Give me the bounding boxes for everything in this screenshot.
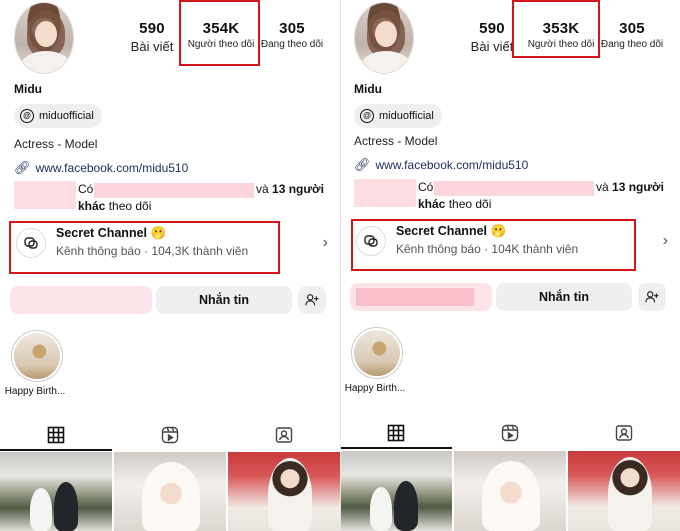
follow-button-redacted[interactable] [350, 283, 492, 311]
broadcast-channel[interactable]: Secret Channel 🫢 Kênh thông báo · 104K t… [354, 218, 670, 264]
action-buttons: Nhắn tin [10, 286, 328, 314]
tab-reels[interactable] [158, 424, 182, 446]
tab-grid[interactable] [384, 422, 408, 444]
grid-icon [387, 424, 405, 442]
action-buttons: Nhắn tin [350, 283, 668, 311]
active-tab-indicator [340, 447, 452, 449]
bio: Actress - Model [14, 137, 98, 151]
chevron-right-icon: › [662, 232, 668, 249]
bio-link[interactable]: 🔗︎ www.facebook.com/midu510 [354, 157, 528, 173]
posts-stat[interactable]: 590 Bài viết [130, 20, 174, 54]
mutual-line2: khác theo dõi [78, 199, 152, 213]
story-highlight[interactable]: Happy Birth... [345, 327, 406, 394]
chevron-right-icon: › [322, 234, 328, 251]
add-user-icon [305, 294, 319, 306]
posts-label: Bài viết [470, 39, 514, 54]
tagged-icon [615, 425, 633, 441]
threads-badge[interactable]: @ miduofficial [14, 104, 102, 128]
following-label: Đang theo dõi [600, 39, 664, 50]
threads-handle: miduofficial [379, 110, 434, 122]
broadcast-channel-icon [356, 226, 386, 256]
reels-icon [501, 424, 519, 442]
add-user-icon [645, 291, 659, 303]
followers-stat[interactable]: 353K Người theo dõi [524, 20, 598, 50]
profile-tabs [340, 420, 680, 449]
mutual-suffix: và 13 người [596, 180, 664, 194]
following-count: 305 [619, 20, 645, 37]
threads-icon: @ [20, 109, 34, 123]
highlight-cover [14, 333, 60, 379]
profile-panel-before: 590 Bài viết 354K Người theo dõi 305 Đan… [0, 0, 340, 531]
mutual-line2: khác theo dõi [418, 197, 492, 211]
profile-tabs [0, 422, 340, 451]
following-stat[interactable]: 305 Đang theo dõi [260, 20, 324, 50]
followers-count: 354K [202, 20, 240, 37]
mutual-suffix: và 13 người [256, 182, 324, 196]
highlight-caption: Happy Birth... [344, 383, 406, 394]
post-thumbnail[interactable] [454, 451, 566, 531]
link-icon: 🔗︎ [354, 157, 371, 172]
add-user-button[interactable] [638, 283, 666, 311]
posts-count: 590 [139, 20, 165, 37]
profile-panel-after: 590 Bài viết 353K Người theo dõi 305 Đan… [340, 0, 680, 531]
tagged-icon [275, 427, 293, 443]
post-grid [0, 452, 340, 531]
tab-reels[interactable] [498, 422, 522, 444]
tab-tagged[interactable] [612, 422, 636, 444]
broadcast-channel-icon [16, 228, 46, 258]
threads-icon: @ [360, 109, 374, 123]
grid-icon [47, 426, 65, 444]
message-button[interactable]: Nhắn tin [496, 283, 632, 311]
username: Midu [354, 82, 382, 96]
broadcast-channel[interactable]: Secret Channel 🫢 Kênh thông báo · 104,3K… [14, 220, 330, 266]
username: Midu [14, 82, 42, 96]
threads-badge[interactable]: @ miduofficial [354, 104, 442, 128]
add-user-button[interactable] [298, 286, 326, 314]
mutual-prefix: Có [418, 180, 434, 194]
message-button[interactable]: Nhắn tin [156, 286, 292, 314]
bio-link-text: www.facebook.com/midu510 [375, 158, 529, 172]
following-count: 305 [279, 20, 305, 37]
posts-label: Bài viết [130, 39, 174, 54]
post-thumbnail[interactable] [114, 452, 226, 531]
reels-icon [161, 426, 179, 444]
mutual-prefix: Có [78, 182, 94, 196]
channel-subtitle: Kênh thông báo · 104,3K thành viên [56, 244, 249, 258]
followers-count: 353K [542, 20, 580, 37]
following-label: Đang theo dõi [260, 39, 324, 50]
bio-link[interactable]: 🔗︎ www.facebook.com/midu510 [14, 160, 188, 176]
post-thumbnail[interactable] [228, 452, 340, 531]
followers-label: Người theo dõi [187, 39, 255, 50]
post-thumbnail[interactable] [0, 452, 112, 531]
followers-label: Người theo dõi [527, 39, 595, 50]
bio: Actress - Model [354, 134, 438, 148]
channel-subtitle: Kênh thông báo · 104K thành viên [396, 242, 579, 256]
following-stat[interactable]: 305 Đang theo dõi [600, 20, 664, 50]
profile-avatar[interactable] [14, 2, 74, 74]
tab-tagged[interactable] [272, 424, 296, 446]
threads-handle: miduofficial [39, 110, 94, 122]
channel-title: Secret Channel 🫢 [56, 226, 167, 240]
active-tab-indicator [0, 449, 112, 451]
posts-stat[interactable]: 590 Bài viết [470, 20, 514, 54]
post-grid [340, 451, 680, 531]
channel-title: Secret Channel 🫢 [396, 224, 507, 238]
post-thumbnail[interactable] [568, 451, 680, 531]
follow-button-redacted[interactable] [10, 286, 152, 314]
mutual-followers[interactable]: Có và 13 người khác theo dõi [354, 179, 664, 219]
highlight-cover [354, 330, 400, 376]
mutual-followers[interactable]: Có và 13 người khác theo dõi [14, 181, 324, 221]
tab-grid[interactable] [44, 424, 68, 446]
posts-count: 590 [479, 20, 505, 37]
link-icon: 🔗︎ [14, 160, 31, 175]
highlight-caption: Happy Birth... [4, 386, 66, 397]
post-thumbnail[interactable] [340, 451, 452, 531]
profile-avatar[interactable] [354, 2, 414, 74]
story-highlight[interactable]: Happy Birth... [5, 330, 66, 397]
followers-stat[interactable]: 354K Người theo dõi [184, 20, 258, 50]
bio-link-text: www.facebook.com/midu510 [35, 161, 189, 175]
